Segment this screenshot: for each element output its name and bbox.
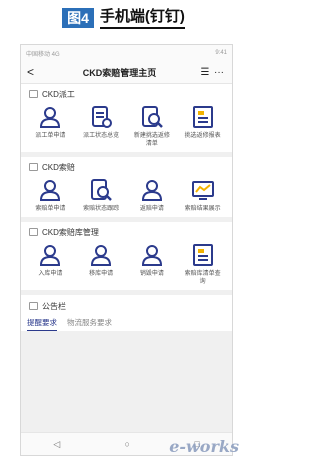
app-dispatch-status[interactable]: 派工状态总览 <box>76 104 127 148</box>
app-label: 返赔申请 <box>139 206 164 212</box>
user-icon <box>138 242 166 268</box>
section-icon <box>29 163 38 171</box>
watermark-logo: e-works <box>169 437 239 456</box>
app-warehouse-query[interactable]: 索赔库清单查询 <box>177 242 228 286</box>
figure-title: 手机端(钉钉) <box>99 8 185 29</box>
section-header: CKD索赔 <box>21 160 232 174</box>
app-repair-report[interactable]: 挑选返修报表 <box>177 104 228 148</box>
search-document-icon <box>87 177 115 203</box>
section-header: CKD索赔库管理 <box>21 225 232 239</box>
back-icon[interactable]: < <box>27 65 41 79</box>
app-label: 索赔结果展示 <box>184 206 221 212</box>
user-icon <box>36 177 64 203</box>
app-claim-status[interactable]: 索赔状态跟踪 <box>76 177 127 213</box>
document-icon <box>87 104 115 130</box>
notice-board: 公告栏 提醒要求 物流服务要求 <box>21 295 232 331</box>
app-label: 移库申请 <box>89 271 114 277</box>
section-title: CKD派工 <box>42 89 75 99</box>
clock-text: 9:41 <box>215 50 227 56</box>
app-destroy-apply[interactable]: 销毁申请 <box>127 242 178 286</box>
app-label: 派工状态总览 <box>83 133 120 139</box>
section-title: CKD索赔库管理 <box>42 227 99 237</box>
tab-reminder[interactable]: 提醒要求 <box>27 317 57 331</box>
app-return-claim[interactable]: 返赔申请 <box>127 177 178 213</box>
section-warehouse: CKD索赔库管理 入库申请 移库申请 销毁申请 索赔库清单查询 <box>21 222 232 290</box>
app-new-repair-list[interactable]: 新建挑选返修清单 <box>127 104 178 148</box>
app-label: 新建挑选返修清单 <box>133 133 170 147</box>
app-inbound-apply[interactable]: 入库申请 <box>25 242 76 286</box>
section-title: CKD索赔 <box>42 162 75 172</box>
page-title: CKD索赔管理主页 <box>82 67 157 78</box>
more-icon[interactable]: ··· <box>212 67 226 78</box>
app-dispatch-apply[interactable]: 派工单申请 <box>25 104 76 148</box>
chart-icon <box>189 177 217 203</box>
nav-home-icon[interactable]: ○ <box>125 439 130 449</box>
search-document-icon <box>138 104 166 130</box>
notice-title: 公告栏 <box>42 301 66 311</box>
app-label: 销毁申请 <box>139 271 164 277</box>
app-claim-apply[interactable]: 索赔单申请 <box>25 177 76 213</box>
nav-bar: < CKD索赔管理主页 ☰ ··· <box>21 61 232 84</box>
section-icon <box>29 90 38 98</box>
app-label: 索赔库清单查询 <box>184 271 221 285</box>
app-label: 入库申请 <box>38 271 63 277</box>
app-label: 挑选返修报表 <box>184 133 221 139</box>
user-icon <box>36 242 64 268</box>
notice-icon <box>29 302 38 310</box>
app-label: 索赔单申请 <box>35 206 66 212</box>
user-icon <box>87 242 115 268</box>
app-label: 索赔状态跟踪 <box>83 206 120 212</box>
app-label: 派工单申请 <box>35 133 66 139</box>
section-dispatch: CKD派工 派工单申请 派工状态总览 新建挑选返修清单 挑选返修报表 <box>21 84 232 152</box>
nav-back-icon[interactable]: ◁ <box>53 439 60 450</box>
section-header: CKD派工 <box>21 87 232 101</box>
section-icon <box>29 228 38 236</box>
status-bar: 中国移动 4G 9:41 <box>21 45 232 61</box>
figure-caption: 图4 手机端(钉钉) <box>0 5 247 31</box>
user-icon <box>138 177 166 203</box>
user-icon <box>36 104 64 130</box>
figure-tag: 图4 <box>62 8 94 28</box>
report-icon <box>189 104 217 130</box>
carrier-text: 中国移动 4G <box>26 51 60 58</box>
section-claim: CKD索赔 索赔单申请 索赔状态跟踪 返赔申请 索赔结果展示 <box>21 157 232 217</box>
phone-screen: 中国移动 4G 9:41 < CKD索赔管理主页 ☰ ··· CKD派工 派工单… <box>20 44 233 456</box>
menu-icon[interactable]: ☰ <box>198 67 212 78</box>
app-claim-result[interactable]: 索赔结果展示 <box>177 177 228 213</box>
tab-logistics[interactable]: 物流服务要求 <box>67 317 112 331</box>
app-transfer-apply[interactable]: 移库申请 <box>76 242 127 286</box>
notice-header: 公告栏 <box>21 299 232 313</box>
report-icon <box>189 242 217 268</box>
